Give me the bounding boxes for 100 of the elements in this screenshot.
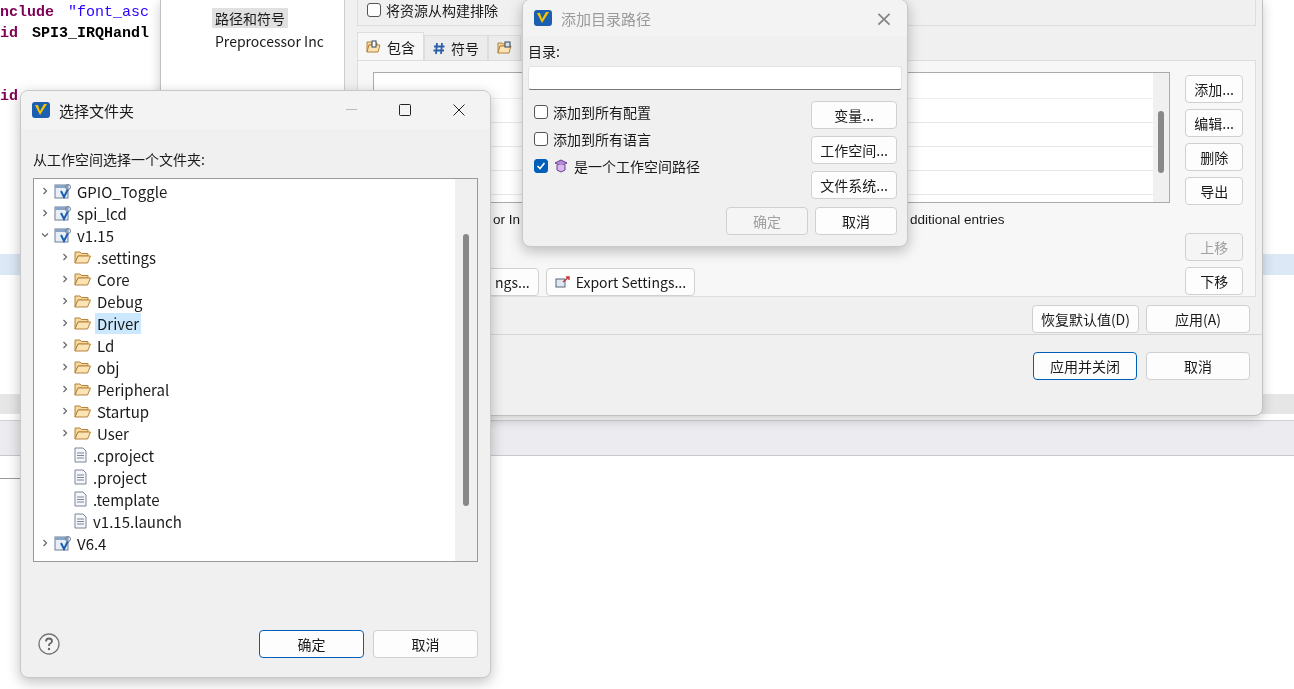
tree-item[interactable]: Startup xyxy=(95,400,152,422)
tree-item[interactable]: Debug xyxy=(95,290,145,312)
chevron-right-icon[interactable] xyxy=(40,186,50,196)
tree-item[interactable]: v1.15 xyxy=(75,224,116,246)
maximize-icon xyxy=(399,104,411,116)
export-settings-button[interactable]: Export Settings... xyxy=(545,268,696,296)
dialog-button[interactable]: 应用并关闭 xyxy=(1033,352,1137,380)
tree-item[interactable]: GPIO_Toggle xyxy=(75,180,170,202)
close-icon xyxy=(453,104,465,116)
help-icon[interactable] xyxy=(38,633,60,655)
browse-button[interactable]: 文件系统... xyxy=(811,171,897,199)
project-icon xyxy=(54,226,71,244)
side-button[interactable]: 删除 xyxy=(1185,143,1243,171)
minimize-icon xyxy=(345,109,357,111)
workspace-icon xyxy=(553,159,569,173)
tab[interactable]: 符号 xyxy=(424,35,488,60)
window-title: 添加目录路径 xyxy=(561,7,652,29)
checkbox-label: 添加到所有语言 xyxy=(553,129,651,149)
side-button[interactable]: 导出 xyxy=(1185,177,1243,205)
project-icon xyxy=(54,182,71,200)
project-icon xyxy=(54,534,71,552)
code-text: "font_asc xyxy=(68,4,150,21)
chevron-right-icon[interactable] xyxy=(60,318,70,328)
code-text: id xyxy=(0,25,18,42)
tree-item[interactable]: obj xyxy=(95,356,122,378)
dialog-button[interactable]: 取消 xyxy=(815,207,897,235)
tree-item[interactable]: spi_lcd xyxy=(75,202,129,224)
side-button[interactable]: 下移 xyxy=(1185,267,1243,295)
file-icon xyxy=(74,513,87,529)
export-icon xyxy=(554,275,571,289)
directory-field[interactable] xyxy=(528,66,902,90)
tree-item[interactable]: .project xyxy=(91,466,149,488)
folder-icon xyxy=(497,41,512,55)
code-text: nclude xyxy=(0,4,54,21)
dialog-button[interactable]: 取消 xyxy=(373,630,478,658)
chevron-right-icon[interactable] xyxy=(60,384,70,394)
window-title: 选择文件夹 xyxy=(59,99,135,121)
side-button[interactable]: 添加... xyxy=(1185,75,1243,103)
tree-item[interactable]: .cproject xyxy=(91,444,157,466)
side-button[interactable]: 编辑... xyxy=(1185,109,1243,137)
folder-icon xyxy=(74,360,91,374)
code-text: SPI3_IRQHandl xyxy=(32,25,150,42)
folder-icon xyxy=(74,426,91,440)
browse-button[interactable]: 变量... xyxy=(811,101,897,129)
checkbox[interactable] xyxy=(534,105,548,119)
file-icon xyxy=(74,447,87,463)
folder-icon xyxy=(74,316,91,330)
chevron-right-icon[interactable] xyxy=(60,296,70,306)
project-icon xyxy=(54,204,71,222)
nav-item[interactable]: 路径和符号 xyxy=(212,8,288,28)
chevron-right-icon[interactable] xyxy=(60,362,70,372)
tab[interactable] xyxy=(488,35,521,60)
dialog-button[interactable]: 确定 xyxy=(259,630,364,658)
folder-icon xyxy=(74,250,91,264)
file-icon xyxy=(74,469,87,485)
tree-item[interactable]: .template xyxy=(91,488,162,510)
checkbox-label: 将资源从构建排除 xyxy=(386,0,498,20)
tree-item[interactable]: v1.15.launch xyxy=(91,510,184,532)
tree-item[interactable]: Peripheral xyxy=(95,378,172,400)
hash-icon xyxy=(433,41,445,55)
browse-button[interactable]: 工作空间... xyxy=(811,136,897,164)
chevron-right-icon[interactable] xyxy=(40,538,50,548)
folder-icon xyxy=(74,382,91,396)
chevron-right-icon[interactable] xyxy=(60,428,70,438)
checkbox[interactable] xyxy=(534,132,548,146)
folder-icon xyxy=(74,272,91,286)
checkbox[interactable] xyxy=(534,159,548,173)
chevron-right-icon[interactable] xyxy=(40,208,50,218)
checkbox-label: 是一个工作空间路径 xyxy=(574,156,700,176)
footer-button[interactable]: 恢复默认值(D) xyxy=(1031,305,1139,333)
footer-button[interactable]: 应用(A) xyxy=(1146,305,1250,333)
code-text: id xyxy=(0,88,18,105)
tree-item[interactable]: Driver xyxy=(95,312,142,334)
scrollbar[interactable] xyxy=(1153,73,1170,202)
chevron-right-icon[interactable] xyxy=(60,252,70,262)
tree-item[interactable]: V6.4 xyxy=(75,532,109,554)
dialog-button[interactable]: 取消 xyxy=(1146,352,1250,380)
label-text: or In xyxy=(493,211,520,227)
label-text: dditional entries xyxy=(910,211,1005,227)
folder-icon xyxy=(74,338,91,352)
check-icon xyxy=(536,161,546,171)
chevron-down-icon[interactable] xyxy=(40,230,50,240)
folder-icon xyxy=(366,39,381,54)
app-logo-icon xyxy=(31,100,51,120)
tab[interactable]: 包含 xyxy=(357,32,424,60)
scrollbar[interactable] xyxy=(455,179,477,561)
field-label: 目录: xyxy=(528,41,561,61)
chevron-right-icon[interactable] xyxy=(60,274,70,284)
app-logo-icon xyxy=(533,8,553,28)
chevron-right-icon[interactable] xyxy=(60,406,70,416)
tree-item[interactable]: Ld xyxy=(95,334,117,356)
tree-item[interactable]: Core xyxy=(95,268,132,290)
chevron-right-icon[interactable] xyxy=(60,340,70,350)
folder-icon xyxy=(74,404,91,418)
checkbox[interactable] xyxy=(367,3,381,17)
tree-item[interactable]: .settings xyxy=(95,246,159,268)
prompt-text: 从工作空间选择一个文件夹: xyxy=(33,149,206,169)
tree-item[interactable]: User xyxy=(95,422,131,444)
folder-icon xyxy=(74,294,91,308)
nav-item[interactable]: Preprocessor Inc xyxy=(212,31,327,51)
